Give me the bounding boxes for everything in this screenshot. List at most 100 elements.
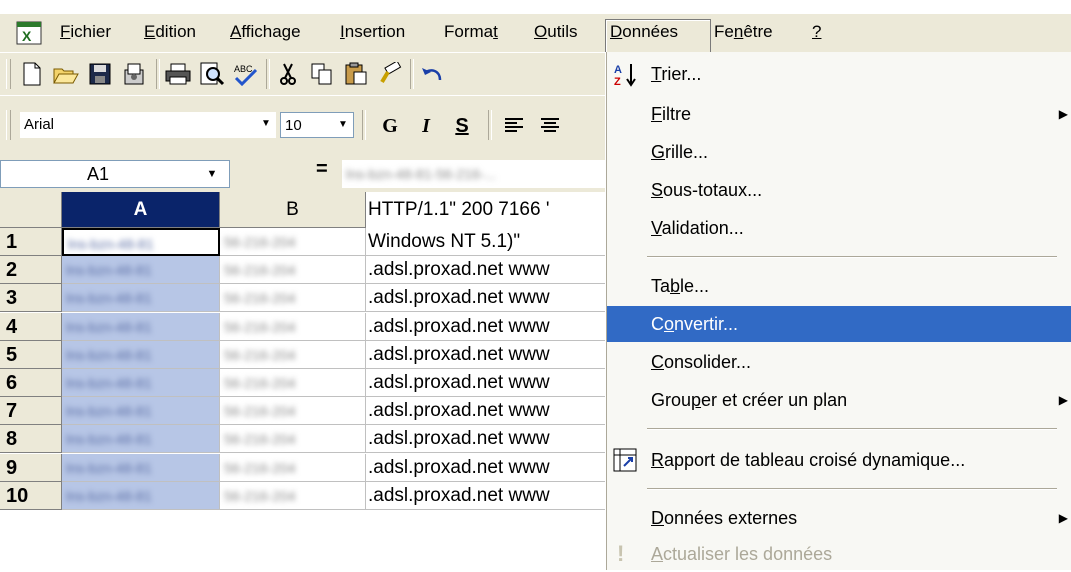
bold-button[interactable]: G [376, 112, 404, 140]
menu-item-filtre[interactable]: Filtre ▶ [607, 96, 1071, 132]
cell-a-blurred-value: lns-bzn-48-81 [66, 375, 152, 391]
cell-b[interactable]: 56-216-204 [220, 256, 366, 285]
font-size-combo[interactable]: 10 ▼ [280, 112, 354, 138]
cell-c[interactable]: .adsl.proxad.net www [366, 454, 610, 482]
new-document-icon[interactable] [18, 60, 46, 88]
select-all-corner[interactable] [0, 192, 62, 228]
row-header[interactable]: 5 [0, 340, 62, 369]
row-header[interactable]: 3 [0, 284, 62, 313]
cell-b[interactable]: 56-216-204 [220, 284, 366, 313]
menu-help[interactable]: ? [808, 20, 825, 44]
cell-c[interactable]: .adsl.proxad.net www [366, 341, 610, 369]
menu-format[interactable]: Format [440, 20, 502, 44]
spreadsheet-grid[interactable]: A B HTTP/1.1" 200 7166 ' 1 lns-bzn-48-81 5… [0, 192, 612, 570]
menu-item-validation[interactable]: Validation... [607, 210, 1071, 246]
row-header[interactable]: 10 [0, 481, 62, 510]
menu-item-actualiser: ! Actualiser les données [607, 536, 1071, 572]
chevron-down-icon[interactable]: ▼ [335, 115, 351, 135]
cell-c[interactable]: .adsl.proxad.net www [366, 425, 610, 454]
paste-icon[interactable] [342, 60, 370, 88]
cell-a[interactable]: lns-bzn-48-81 [62, 256, 220, 285]
cell-c[interactable]: .adsl.proxad.net www [366, 397, 610, 426]
cell-c[interactable]: .adsl.proxad.net www [366, 313, 610, 341]
cell-b[interactable]: 56-216-204 [220, 453, 366, 482]
cell-b[interactable]: 56-216-204 [220, 481, 366, 510]
cell-a[interactable]: lns-bzn-48-81 [62, 453, 220, 482]
chevron-down-icon[interactable]: ▼ [201, 165, 223, 183]
italic-button[interactable]: I [412, 112, 440, 140]
cell-b[interactable]: 56-216-204 [220, 312, 366, 341]
menu-item-sous-totaux[interactable]: Sous-totaux... [607, 172, 1071, 208]
cell-b[interactable]: 56-216-204 [220, 369, 366, 397]
row-header[interactable]: 6 [0, 369, 62, 397]
svg-text:Z: Z [614, 76, 621, 88]
menu-insertion[interactable]: Insertion [336, 20, 409, 44]
column-header-a[interactable]: A [62, 192, 220, 228]
cell-b[interactable]: 56-216-204 [220, 425, 366, 454]
cell-b[interactable]: 56-216-204 [220, 340, 366, 369]
cell-a[interactable]: lns-bzn-48-81 [62, 425, 220, 454]
cut-icon[interactable] [274, 60, 302, 88]
cell-a[interactable]: lns-bzn-48-81 [62, 228, 220, 256]
print-icon[interactable] [164, 60, 192, 88]
print-preview-icon[interactable] [198, 60, 226, 88]
align-center-icon[interactable] [536, 112, 564, 140]
cell-a[interactable]: lns-bzn-48-81 [62, 340, 220, 369]
undo-icon[interactable] [418, 60, 446, 88]
menu-item-rapport[interactable]: Rapport de tableau croisé dynamique... [607, 442, 1071, 478]
menu-item-convertir[interactable]: Convertir... [607, 306, 1071, 342]
cell-a[interactable]: lns-bzn-48-81 [62, 312, 220, 341]
cell-c[interactable]: .adsl.proxad.net www [366, 369, 610, 397]
menu-item-grouper[interactable]: Grouper et créer un plan ▶ [607, 382, 1071, 418]
formula-input[interactable]: lns-bzn-48-81-56-216-... [342, 160, 610, 188]
row-header[interactable]: 2 [0, 256, 62, 285]
toolbar-grip[interactable] [6, 110, 11, 140]
cell-a-blurred-value: lns-bzn-48-81 [66, 459, 152, 476]
formula-equals[interactable]: = [316, 158, 328, 181]
open-folder-icon[interactable] [52, 60, 80, 88]
row-header[interactable]: 9 [0, 453, 62, 482]
excel-app-icon[interactable]: X [16, 21, 42, 45]
row-header[interactable]: 7 [0, 397, 62, 426]
row-header[interactable]: 4 [0, 312, 62, 341]
menu-fenetre[interactable]: Fenêtre [710, 20, 777, 44]
cell-a[interactable]: lns-bzn-48-81 [62, 369, 220, 397]
cell-b[interactable]: 56-216-204 [220, 228, 366, 256]
cell-b[interactable]: 56-216-204 [220, 397, 366, 426]
refresh-exclamation-icon: ! [617, 541, 625, 566]
font-name-combo[interactable]: Arial ▼ [20, 112, 276, 138]
cell-a[interactable]: lns-bzn-48-81 [62, 397, 220, 426]
toolbar-grip[interactable] [6, 59, 11, 89]
save-icon[interactable] [86, 60, 114, 88]
submenu-arrow-icon: ▶ [1058, 511, 1068, 525]
row-header[interactable]: 8 [0, 425, 62, 454]
menu-item-table[interactable]: Table... [607, 268, 1071, 304]
cell-a[interactable]: lns-bzn-48-81 [62, 284, 220, 313]
underline-button[interactable]: S [448, 112, 476, 140]
menu-outils[interactable]: Outils [530, 20, 581, 44]
menu-item-trier[interactable]: AZ Trier... [607, 56, 1071, 92]
menu-fichier[interactable]: Fichier [56, 20, 115, 44]
column-header-b[interactable]: B [220, 192, 366, 228]
copy-icon[interactable] [308, 60, 336, 88]
menu-item-grille[interactable]: Grille... [607, 134, 1071, 170]
cell-c[interactable]: .adsl.proxad.net www [366, 256, 610, 285]
format-painter-icon[interactable] [376, 60, 404, 88]
row-header[interactable]: 1 [0, 228, 62, 256]
cell-a-blurred-value: lns-bzn-48-81 [66, 290, 152, 307]
menu-donnees[interactable]: Données [605, 19, 711, 52]
chevron-down-icon[interactable]: ▼ [258, 114, 274, 134]
cell-c[interactable]: .adsl.proxad.net www [366, 482, 610, 510]
align-left-icon[interactable] [500, 112, 528, 140]
menu-edition[interactable]: Edition [140, 20, 200, 44]
cell-c[interactable]: .adsl.proxad.net www [366, 284, 610, 313]
cell-b-blurred-value: 56-216-204 [224, 234, 296, 250]
menu-affichage[interactable]: Affichage [226, 20, 305, 44]
spell-check-icon[interactable]: ABC [232, 60, 260, 88]
cell-a[interactable]: lns-bzn-48-81 [62, 481, 220, 510]
menu-item-consolider[interactable]: Consolider... [607, 344, 1071, 380]
name-box[interactable]: A1 ▼ [0, 160, 230, 188]
menu-item-donnees-externes[interactable]: Données externes ▶ [607, 500, 1071, 536]
cell-c[interactable]: Windows NT 5.1)" [366, 228, 610, 256]
permission-icon[interactable] [120, 60, 148, 88]
